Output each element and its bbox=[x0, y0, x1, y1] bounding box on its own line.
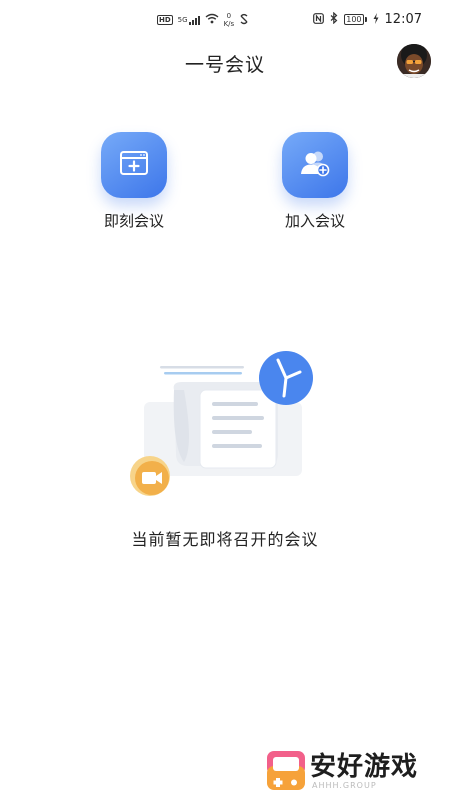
network-speed: 0 K/s bbox=[224, 12, 235, 28]
page-title: 一号会议 bbox=[184, 54, 265, 76]
sync-icon bbox=[239, 13, 249, 28]
watermark-logo: 安好游戏 AHHH.GROUP bbox=[264, 748, 444, 796]
join-meeting-label: 加入会议 bbox=[284, 212, 345, 230]
instant-meeting-button[interactable]: 即刻会议 bbox=[74, 132, 194, 231]
empty-state-illustration bbox=[118, 350, 328, 500]
gamepad-logo-icon bbox=[267, 751, 305, 790]
status-right-icons: 100 12:07 bbox=[313, 11, 422, 27]
wifi-icon bbox=[205, 13, 219, 27]
watermark-text: 安好游戏 bbox=[310, 752, 419, 782]
join-meeting-icon bbox=[298, 149, 332, 181]
network-gen-label: 5G bbox=[177, 15, 188, 24]
join-meeting-tile[interactable] bbox=[282, 132, 348, 198]
hd-badge: HD bbox=[157, 15, 173, 25]
avatar-image bbox=[397, 44, 431, 78]
new-meeting-icon bbox=[119, 150, 149, 180]
empty-state-message: 当前暂无即将召开的会议 bbox=[131, 530, 319, 549]
network-speed-unit: K/s bbox=[223, 20, 235, 28]
status-time: 12:07 bbox=[384, 12, 422, 27]
instant-meeting-tile[interactable] bbox=[101, 132, 167, 198]
instant-meeting-label: 即刻会议 bbox=[103, 212, 164, 230]
status-bar: HD 5G 0 K/s 100 12:07 bbox=[0, 0, 450, 40]
nfc-icon bbox=[313, 12, 325, 27]
network-speed-value: 0 bbox=[226, 12, 232, 20]
status-left-icons: HD 5G 0 K/s bbox=[157, 12, 249, 28]
bluetooth-icon bbox=[330, 11, 338, 27]
join-meeting-button[interactable]: 加入会议 bbox=[255, 132, 375, 231]
avatar[interactable] bbox=[397, 44, 431, 78]
battery-icon: 100 bbox=[344, 14, 367, 25]
charging-icon bbox=[373, 12, 379, 27]
signal-icon: 5G bbox=[177, 15, 200, 25]
battery-level: 100 bbox=[344, 14, 364, 25]
watermark-subtext: AHHH.GROUP bbox=[312, 781, 377, 790]
